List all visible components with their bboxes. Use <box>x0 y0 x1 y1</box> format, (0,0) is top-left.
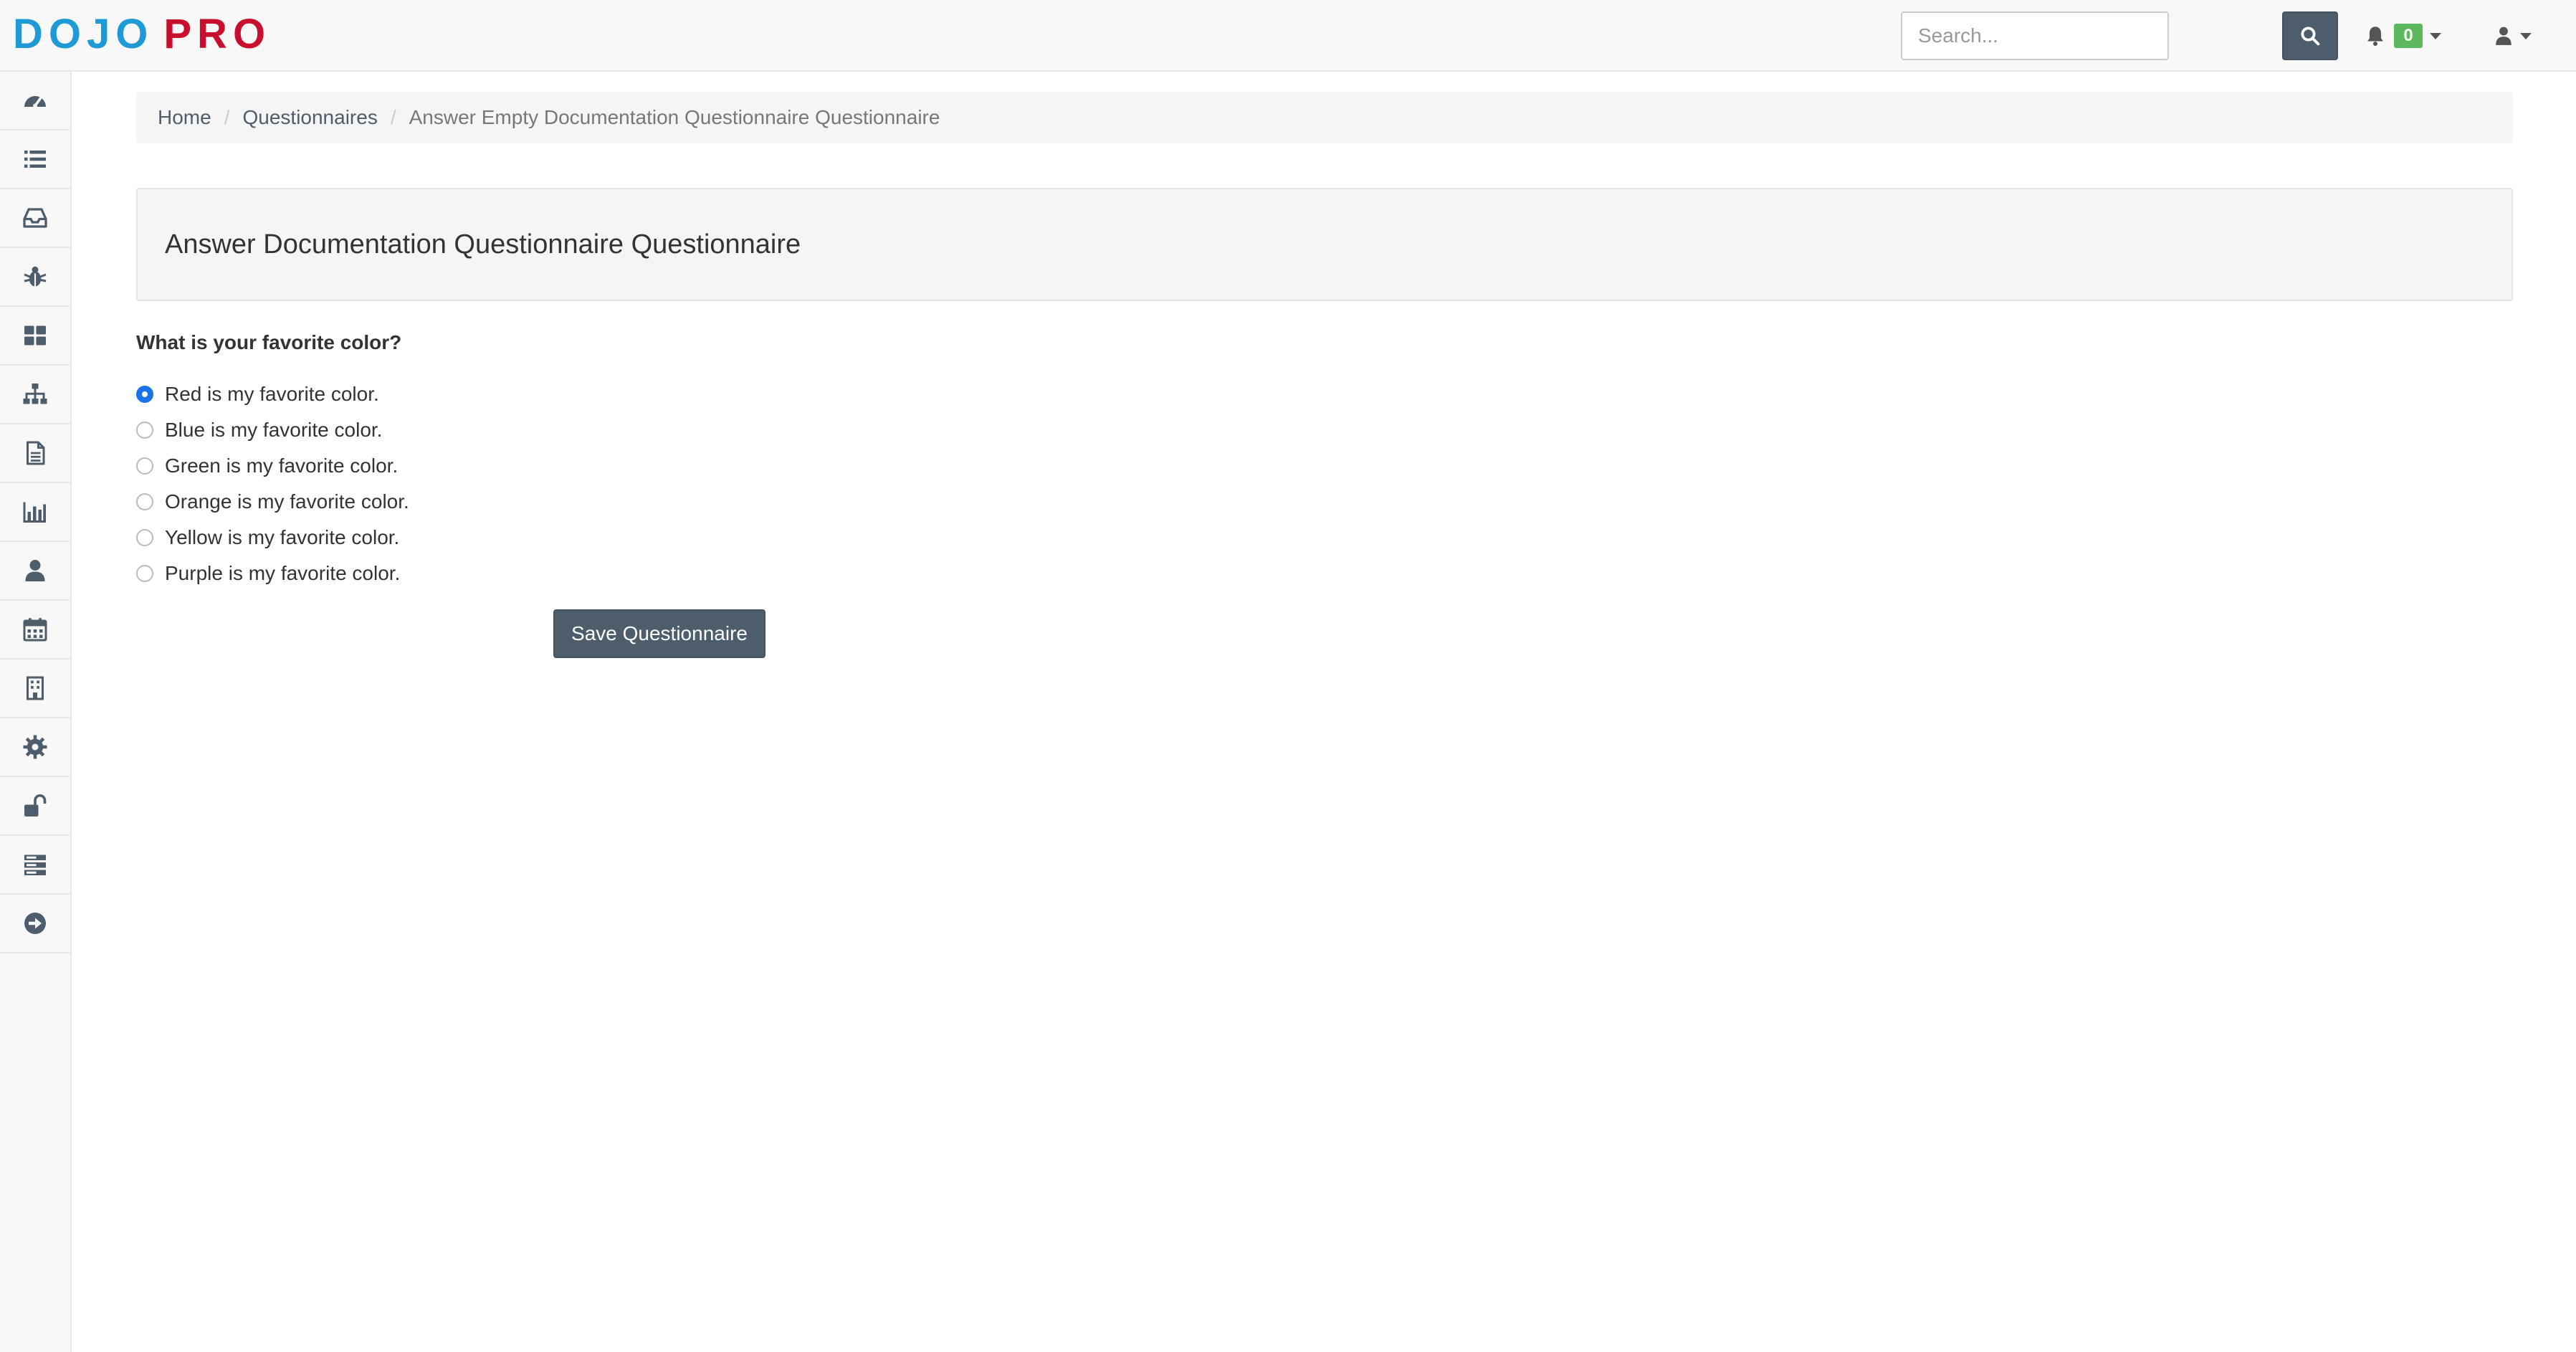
search-input[interactable] <box>1901 11 2169 60</box>
gear-icon <box>23 735 47 759</box>
question-label: What is your favorite color? <box>136 331 402 353</box>
choice-blue[interactable]: Blue is my favorite color. <box>136 412 409 448</box>
breadcrumb-separator: / <box>224 106 230 128</box>
server-icon <box>24 854 46 875</box>
sidebar <box>0 72 72 1352</box>
dashboard-icon <box>24 96 46 108</box>
choice-list: Red is my favorite color. Blue is my fav… <box>136 376 409 591</box>
radio-button-blue[interactable] <box>136 422 153 439</box>
radio-button-red[interactable] <box>136 386 153 403</box>
sidebar-item-findings[interactable] <box>0 248 70 307</box>
page-title: Answer Documentation Questionnaire Quest… <box>165 229 801 260</box>
search-button[interactable] <box>2282 11 2338 60</box>
sidebar-item-calendar[interactable] <box>0 601 70 660</box>
unlock-icon <box>24 794 47 817</box>
choice-label: Red is my favorite color. <box>165 383 379 405</box>
calendar-icon <box>23 618 47 642</box>
chevron-down-icon <box>2520 32 2532 39</box>
sidebar-item-logout[interactable] <box>0 895 70 953</box>
notification-count-badge: 0 <box>2394 24 2423 48</box>
bar-chart-icon <box>23 502 46 523</box>
radio-button-green[interactable] <box>136 457 153 475</box>
arrow-circle-right-icon <box>24 913 46 934</box>
sitemap-icon <box>23 384 47 404</box>
choice-green[interactable]: Green is my favorite color. <box>136 448 409 484</box>
breadcrumb-home-link[interactable]: Home <box>158 106 211 129</box>
title-panel: Answer Documentation Questionnaire Quest… <box>136 188 2513 301</box>
sidebar-item-endpoints[interactable] <box>0 366 70 424</box>
choice-purple[interactable]: Purple is my favorite color. <box>136 556 409 591</box>
user-icon <box>2496 27 2511 45</box>
sidebar-item-metrics[interactable] <box>0 483 70 542</box>
building-icon <box>27 676 44 700</box>
breadcrumb: Home / Questionnaires / Answer Empty Doc… <box>136 92 2513 143</box>
sidebar-item-settings[interactable] <box>0 718 70 777</box>
choice-label: Orange is my favorite color. <box>165 490 409 513</box>
chevron-down-icon <box>2430 32 2441 39</box>
list-icon <box>24 151 46 168</box>
notifications-dropdown[interactable]: 0 <box>2365 20 2441 52</box>
sidebar-item-inbox[interactable] <box>0 189 70 248</box>
sidebar-item-components[interactable] <box>0 307 70 366</box>
sidebar-item-organization[interactable] <box>0 660 70 718</box>
sidebar-item-users[interactable] <box>0 542 70 601</box>
logo-text-dojo: DOJO <box>13 11 154 57</box>
radio-button-purple[interactable] <box>136 565 153 582</box>
user-menu-dropdown[interactable] <box>2494 20 2532 52</box>
bug-icon <box>24 266 47 287</box>
sidebar-item-list[interactable] <box>0 130 70 189</box>
choice-yellow[interactable]: Yellow is my favorite color. <box>136 520 409 556</box>
breadcrumb-current: Answer Empty Documentation Questionnaire… <box>409 106 940 128</box>
dojopro-logo[interactable]: DOJO PRO <box>13 11 272 57</box>
inbox-icon <box>23 208 47 228</box>
document-icon <box>27 441 45 465</box>
logo-text-pro: PRO <box>163 11 272 57</box>
grid-icon <box>24 325 46 346</box>
sidebar-item-dashboard[interactable] <box>0 72 70 130</box>
choice-label: Blue is my favorite color. <box>165 419 383 441</box>
choice-label: Green is my favorite color. <box>165 454 399 477</box>
choice-label: Purple is my favorite color. <box>165 562 401 584</box>
save-questionnaire-button[interactable]: Save Questionnaire <box>553 609 765 658</box>
search-icon <box>2301 27 2320 46</box>
choice-red[interactable]: Red is my favorite color. <box>136 376 409 412</box>
sidebar-item-system[interactable] <box>0 836 70 895</box>
sidebar-item-reports[interactable] <box>0 424 70 483</box>
radio-button-orange[interactable] <box>136 493 153 510</box>
breadcrumb-questionnaires-link[interactable]: Questionnaires <box>242 106 377 129</box>
bell-icon <box>2367 27 2383 46</box>
choice-orange[interactable]: Orange is my favorite color. <box>136 484 409 520</box>
sidebar-item-permissions[interactable] <box>0 777 70 836</box>
top-navbar: DOJO PRO 0 <box>0 0 2576 72</box>
breadcrumb-separator: / <box>390 106 396 128</box>
choice-label: Yellow is my favorite color. <box>165 526 400 548</box>
radio-button-yellow[interactable] <box>136 529 153 546</box>
user-icon <box>25 560 45 581</box>
